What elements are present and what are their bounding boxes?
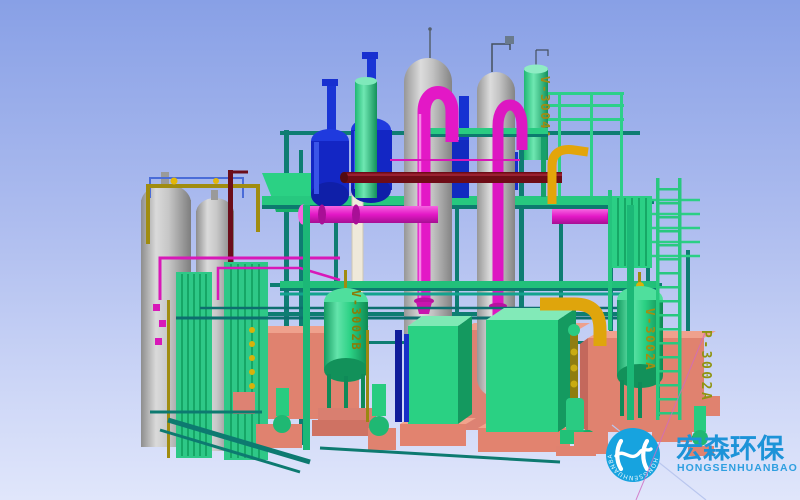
label-v3002a: V-3002A — [643, 308, 658, 371]
cad-render-window: V-3004A — [0, 0, 800, 500]
label-p3002a: P-3002A — [698, 330, 713, 402]
green-box-small — [400, 316, 476, 446]
maroon-header-pipe — [340, 172, 562, 183]
magenta-header-left — [298, 205, 438, 225]
navy-cabinets — [395, 330, 409, 422]
label-v3002b: V-3002B — [349, 290, 363, 351]
magenta-header-right — [552, 206, 617, 227]
brand-name-cn: 宏森环保 — [676, 433, 785, 465]
model-viewport[interactable]: V-3004A — [0, 0, 800, 500]
brand-name-en: HONGSENHUANBAO — [677, 462, 798, 474]
